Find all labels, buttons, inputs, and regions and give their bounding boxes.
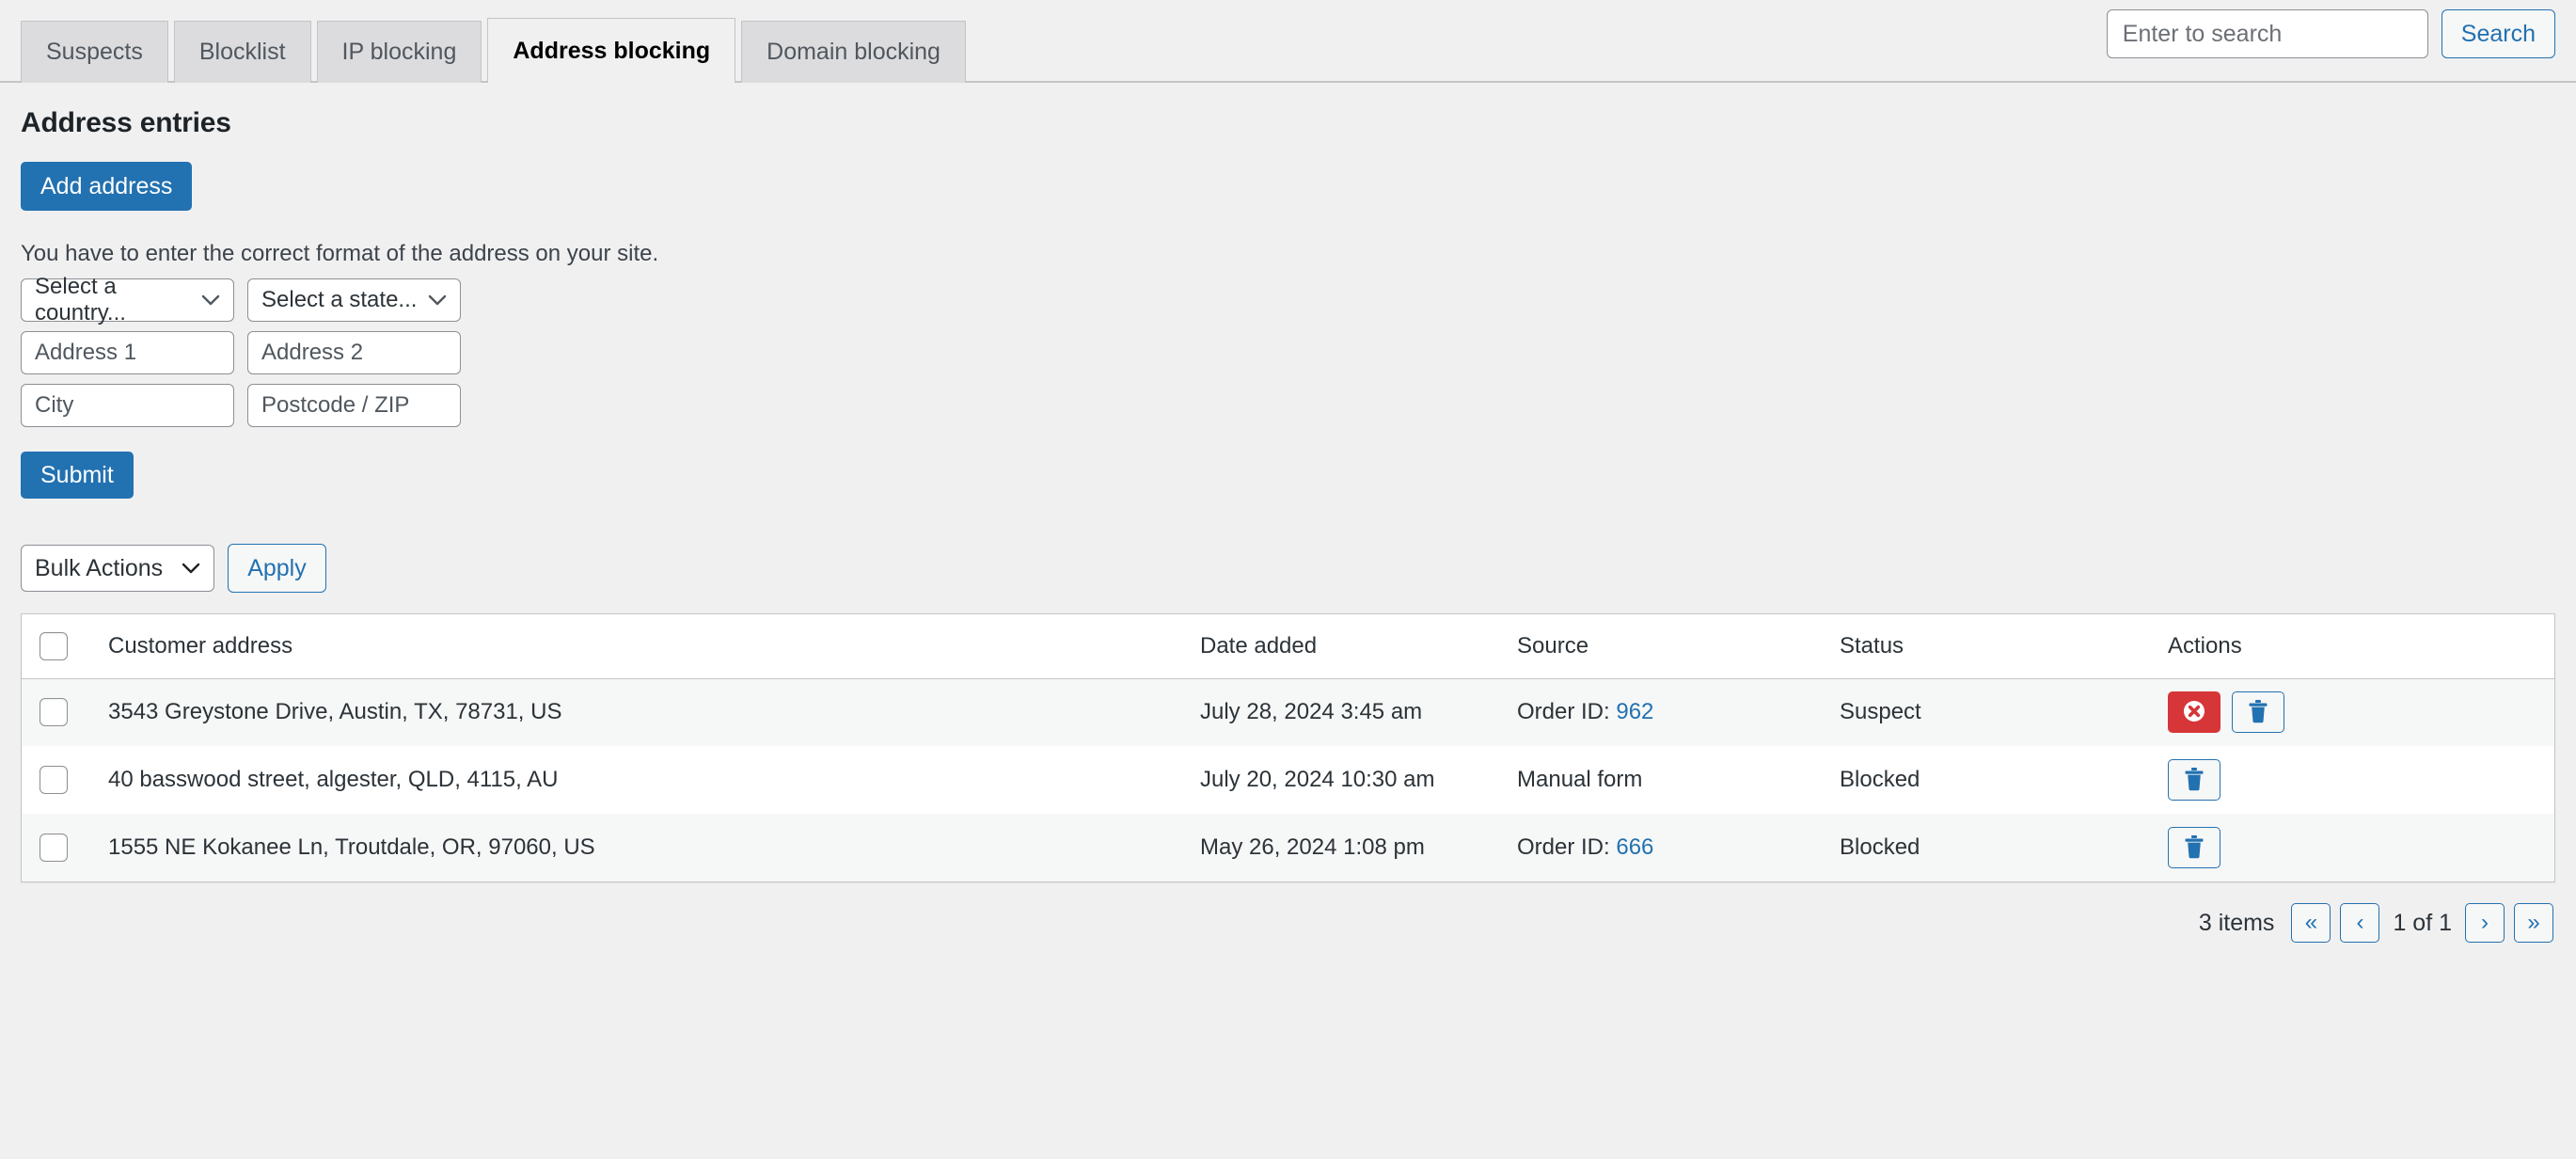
- cell-actions: [2155, 678, 2554, 746]
- state-select-value: Select a state...: [261, 287, 418, 312]
- chevron-down-icon: [182, 563, 200, 574]
- trash-icon: [2183, 834, 2205, 862]
- table-row: 3543 Greystone Drive, Austin, TX, 78731,…: [22, 678, 2554, 746]
- order-id-link[interactable]: 962: [1616, 699, 1653, 724]
- cell-date-added: July 20, 2024 10:30 am: [1200, 746, 1517, 814]
- row-select-cell: [22, 746, 95, 814]
- bulk-actions-bar: Bulk Actions Apply: [21, 544, 2555, 593]
- header-customer-address: Customer address: [95, 614, 1200, 679]
- cell-status: Blocked: [1840, 814, 2155, 881]
- search-button[interactable]: Search: [2441, 9, 2555, 58]
- table-row: 40 basswood street, algester, QLD, 4115,…: [22, 746, 2554, 814]
- row-checkbox[interactable]: [40, 834, 68, 862]
- cell-customer-address: 1555 NE Kokanee Ln, Troutdale, OR, 97060…: [95, 814, 1200, 881]
- cell-date-added: May 26, 2024 1:08 pm: [1200, 814, 1517, 881]
- delete-button[interactable]: [2232, 691, 2284, 734]
- block-circle-x-icon: [2181, 698, 2207, 727]
- delete-button[interactable]: [2168, 759, 2220, 801]
- trash-icon: [2183, 767, 2205, 794]
- cell-actions: [2155, 746, 2554, 814]
- chevron-down-icon: [201, 294, 220, 306]
- select-all-checkbox[interactable]: [40, 631, 68, 660]
- address1-value: Address 1: [35, 340, 137, 365]
- state-select[interactable]: Select a state...: [247, 278, 461, 322]
- tab-domain-blocking[interactable]: Domain blocking: [741, 21, 966, 83]
- row-checkbox[interactable]: [40, 766, 68, 794]
- block-button[interactable]: [2168, 691, 2220, 734]
- first-page-button[interactable]: «: [2291, 903, 2331, 943]
- cell-actions: [2155, 814, 2554, 881]
- cell-date-added: July 28, 2024 3:45 am: [1200, 678, 1517, 746]
- cell-source: Order ID: 666: [1517, 814, 1840, 881]
- postcode-field[interactable]: Postcode / ZIP: [247, 384, 461, 427]
- select-all-cell: [22, 614, 95, 679]
- header-actions: Actions: [2155, 614, 2554, 679]
- items-count: 3 items: [2198, 909, 2275, 936]
- row-select-cell: [22, 814, 95, 881]
- header-source: Source: [1517, 614, 1840, 679]
- table-row: 1555 NE Kokanee Ln, Troutdale, OR, 97060…: [22, 814, 2554, 881]
- page-title: Address entries: [21, 107, 231, 138]
- tab-label: Blocklist: [198, 39, 286, 65]
- prev-page-button[interactable]: ‹: [2340, 903, 2380, 943]
- cell-source: Order ID: 962: [1517, 678, 1840, 746]
- cell-customer-address: 40 basswood street, algester, QLD, 4115,…: [95, 746, 1200, 814]
- search-input[interactable]: [2106, 9, 2428, 58]
- page-indicator: 1 of 1: [2393, 909, 2452, 936]
- search-area: Search: [2106, 9, 2555, 58]
- address2-value: Address 2: [261, 340, 364, 365]
- apply-button[interactable]: Apply: [228, 544, 326, 593]
- address-form: Select a country... Select a state... Ad…: [21, 274, 2555, 427]
- table-body: 3543 Greystone Drive, Austin, TX, 78731,…: [22, 678, 2554, 881]
- tab-ip-blocking[interactable]: IP blocking: [316, 21, 482, 83]
- tab-bar: Suspects Blocklist IP blocking Address b…: [0, 0, 2576, 83]
- main-content: Address entries Add address You have to …: [0, 107, 2576, 943]
- cell-customer-address: 3543 Greystone Drive, Austin, TX, 78731,…: [95, 678, 1200, 746]
- form-hint: You have to enter the correct format of …: [21, 241, 659, 266]
- country-select[interactable]: Select a country...: [21, 274, 234, 325]
- form-row-city-postcode: City Postcode / ZIP: [21, 384, 2555, 427]
- bulk-actions-select[interactable]: Bulk Actions: [21, 545, 215, 592]
- table-header-row: Customer address Date added Source Statu…: [22, 614, 2554, 679]
- tab-address-blocking[interactable]: Address blocking: [487, 18, 736, 83]
- cell-status: Blocked: [1840, 746, 2155, 814]
- tab-label: IP blocking: [341, 39, 457, 65]
- form-row-address: Address 1 Address 2: [21, 331, 2555, 374]
- bulk-actions-value: Bulk Actions: [35, 554, 164, 581]
- city-field[interactable]: City: [21, 384, 234, 427]
- trash-icon: [2247, 699, 2269, 726]
- postcode-value: Postcode / ZIP: [261, 392, 410, 418]
- chevron-down-icon: [428, 294, 447, 306]
- pagination: 3 items « ‹ 1 of 1 › »: [21, 903, 2555, 943]
- source-prefix: Order ID:: [1517, 699, 1617, 725]
- address1-field[interactable]: Address 1: [21, 331, 234, 374]
- row-checkbox[interactable]: [40, 698, 68, 727]
- add-address-button[interactable]: Add address: [21, 162, 193, 211]
- cell-source: Manual form: [1517, 746, 1840, 814]
- last-page-button[interactable]: »: [2514, 903, 2553, 943]
- city-value: City: [35, 392, 74, 418]
- delete-button[interactable]: [2168, 827, 2220, 868]
- address-entries-table: Customer address Date added Source Statu…: [21, 613, 2555, 882]
- tab-label: Suspects: [46, 39, 143, 65]
- tab-blocklist[interactable]: Blocklist: [173, 21, 311, 83]
- row-select-cell: [22, 678, 95, 746]
- header-date-added: Date added: [1200, 614, 1517, 679]
- header-status: Status: [1840, 614, 2155, 679]
- source-prefix: Order ID:: [1517, 834, 1617, 860]
- tab-label: Domain blocking: [766, 39, 940, 65]
- address2-field[interactable]: Address 2: [247, 331, 461, 374]
- tab-suspects[interactable]: Suspects: [21, 21, 168, 83]
- submit-button[interactable]: Submit: [21, 452, 134, 499]
- cell-status: Suspect: [1840, 678, 2155, 746]
- country-select-value: Select a country...: [35, 274, 126, 325]
- next-page-button[interactable]: ›: [2465, 903, 2505, 943]
- form-row-country-state: Select a country... Select a state...: [21, 274, 2555, 325]
- order-id-link[interactable]: 666: [1616, 834, 1653, 860]
- tab-label: Address blocking: [513, 37, 711, 64]
